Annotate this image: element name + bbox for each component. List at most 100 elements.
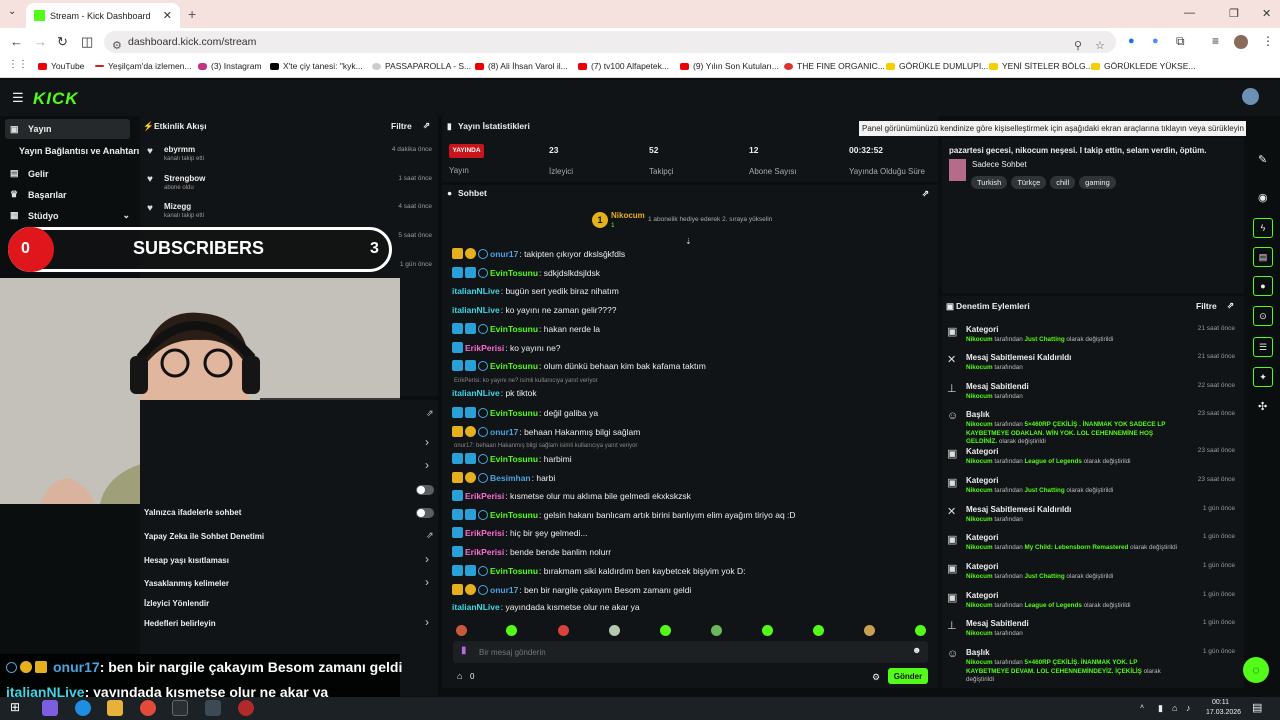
moderator-name[interactable]: Nikocum [966, 630, 993, 637]
chevron-right-icon[interactable]: › [425, 575, 429, 589]
extension-2-icon[interactable]: ● [1152, 35, 1159, 47]
rail-lightning-icon[interactable]: ϟ [1253, 218, 1273, 238]
bookmark-item[interactable]: (9) Yılın Son Kutuları... [680, 61, 779, 71]
bookmark-item[interactable]: THE FINE ORGANIC... [784, 61, 885, 71]
chat-username[interactable]: italianNLive [452, 602, 500, 612]
rail-wrench-icon[interactable]: ✦ [1253, 367, 1273, 387]
chat-username[interactable]: EvinTosunu [490, 324, 538, 334]
edge-icon[interactable] [75, 700, 91, 716]
activity-username[interactable]: Mizegg [164, 202, 191, 211]
popout-icon[interactable]: ⇗ [426, 408, 434, 419]
site-info-icon[interactable]: ⚙ [112, 35, 122, 57]
zoom-icon[interactable]: ⚲ [1074, 35, 1082, 57]
emote-icon[interactable] [456, 625, 467, 636]
emote-icon[interactable] [558, 625, 569, 636]
pinned-user[interactable]: Nikocum [611, 211, 645, 220]
bookmark-item[interactable]: GÖRÜKLE DUMLUPI... [886, 61, 988, 71]
store-icon[interactable] [172, 700, 188, 716]
moderator-name[interactable]: Nikocum [966, 544, 993, 551]
chevron-right-icon[interactable]: › [425, 458, 429, 472]
sidebar-icon[interactable]: ◫ [81, 34, 93, 50]
user-avatar[interactable] [1242, 88, 1259, 105]
emote-icon[interactable] [813, 625, 824, 636]
tab-search-icon[interactable]: ⌄ [8, 6, 16, 17]
chat-username[interactable]: italianNLive [452, 388, 500, 398]
moderator-name[interactable]: Nikocum [966, 602, 993, 609]
hamburger-menu-icon[interactable]: ☰ [12, 90, 24, 106]
chat-username[interactable]: ErikPerisi [465, 343, 504, 353]
emote-icon[interactable] [609, 625, 620, 636]
kick-logo[interactable]: KICK [33, 89, 79, 109]
chat-username[interactable]: onur17 [490, 427, 518, 437]
expand-arrow-icon[interactable]: ⇣ [685, 237, 692, 246]
chrome-icon[interactable] [140, 700, 156, 716]
rail-broadcast-icon[interactable]: ⊙ [1253, 306, 1273, 326]
moderator-name[interactable]: Nikocum [966, 487, 993, 494]
bookmark-item[interactable]: YENİ SİTELER BÖLG... [989, 61, 1093, 71]
windows-start-icon[interactable]: ⊞ [10, 700, 26, 716]
activity-filter-button[interactable]: Filtre [391, 121, 412, 131]
bookmark-item[interactable]: (8) Ali İhsan Varol il... [475, 61, 568, 71]
new-tab-icon[interactable]: + [188, 6, 196, 22]
browser-tab[interactable]: Stream - Kick Dashboard ✕ [26, 3, 180, 28]
external-link-icon[interactable]: ⇗ [426, 530, 434, 541]
bookmark-item[interactable]: YouTube [38, 61, 84, 71]
popout-icon[interactable]: ⇗ [423, 120, 430, 131]
microphone-icon[interactable]: ▮ [461, 645, 467, 656]
profile-avatar[interactable] [1234, 35, 1248, 49]
moderator-name[interactable]: Nikocum [966, 516, 993, 523]
plugins-icon[interactable]: ✣ [1258, 400, 1267, 413]
chevron-right-icon[interactable]: › [425, 615, 429, 629]
nav-item-gelir[interactable]: ▤ Gelir [10, 168, 49, 179]
nav-item-stream-key[interactable]: Yayın Bağlantısı ve Anahtarı [19, 146, 139, 156]
chat-username[interactable]: ErikPerisi [465, 547, 504, 557]
popout-icon[interactable]: ⇗ [922, 188, 929, 199]
chevron-right-icon[interactable]: › [425, 552, 429, 566]
popout-icon[interactable]: ⇗ [1227, 300, 1234, 311]
emote-icon[interactable] [506, 625, 517, 636]
setting-account-age[interactable]: Hesap yaşı kısıtlaması [144, 556, 229, 565]
rail-chat-icon[interactable]: ● [1253, 276, 1273, 296]
activity-username[interactable]: Strengbow [164, 174, 205, 183]
chat-username[interactable]: ErikPerisi [465, 491, 504, 501]
support-chat-icon[interactable]: ◌ [1243, 657, 1269, 683]
rail-document-icon[interactable]: ▤ [1253, 247, 1273, 267]
chat-username[interactable]: italianNLive [452, 286, 500, 296]
emote-icon[interactable] [762, 625, 773, 636]
notification-icon[interactable]: ▤ [1252, 701, 1262, 714]
minimize-icon[interactable]: — [1184, 7, 1195, 19]
tag[interactable]: chill [1050, 176, 1076, 189]
chat-username[interactable]: EvinTosunu [490, 510, 538, 520]
chat-username[interactable]: EvinTosunu [490, 408, 538, 418]
forward-icon[interactable]: → [34, 34, 47, 49]
chat-username[interactable]: onur17 [490, 585, 518, 595]
stream-category[interactable]: Sadece Sohbet [972, 160, 1027, 169]
extension-icon[interactable]: ● [1128, 35, 1135, 47]
moderator-name[interactable]: Nikocum [966, 573, 993, 580]
chat-username[interactable]: ErikPerisi [465, 528, 504, 538]
tag[interactable]: Turkish [971, 176, 1008, 189]
bookmark-item[interactable]: X'te çiy tanesi: "kyk... [270, 61, 363, 71]
menu-kebab-icon[interactable]: ⋮ [1262, 34, 1274, 48]
edit-pencil-icon[interactable]: ✎ [1258, 153, 1267, 166]
clock-time[interactable]: 00:11 [1212, 699, 1229, 706]
emoji-icon[interactable]: ☻ [912, 645, 921, 655]
emote-icon[interactable] [915, 625, 926, 636]
rail-list-icon[interactable]: ☰ [1253, 337, 1273, 357]
nav-item-yayin[interactable]: ▣ Yayın [5, 119, 130, 139]
bookmark-item[interactable]: (3) Instagram [198, 61, 262, 71]
bookmark-star-icon[interactable]: ☆ [1095, 35, 1105, 57]
chat-username[interactable]: italianNLive [452, 305, 500, 315]
clock-date[interactable]: 17.03.2026 [1206, 709, 1241, 716]
viewer-list-icon[interactable]: ⌂ [457, 671, 462, 681]
send-button[interactable]: Gönder [888, 668, 928, 684]
close-tab-icon[interactable]: ✕ [163, 9, 172, 22]
volume-icon[interactable]: ♪ [1186, 703, 1191, 713]
moderator-name[interactable]: Nikocum [966, 659, 993, 666]
chevron-right-icon[interactable]: › [425, 435, 429, 449]
obs-icon[interactable] [205, 700, 221, 716]
emote-icon[interactable] [660, 625, 671, 636]
emote-icon[interactable] [711, 625, 722, 636]
moderator-name[interactable]: Nikocum [966, 458, 993, 465]
maximize-icon[interactable]: ❐ [1229, 7, 1239, 20]
